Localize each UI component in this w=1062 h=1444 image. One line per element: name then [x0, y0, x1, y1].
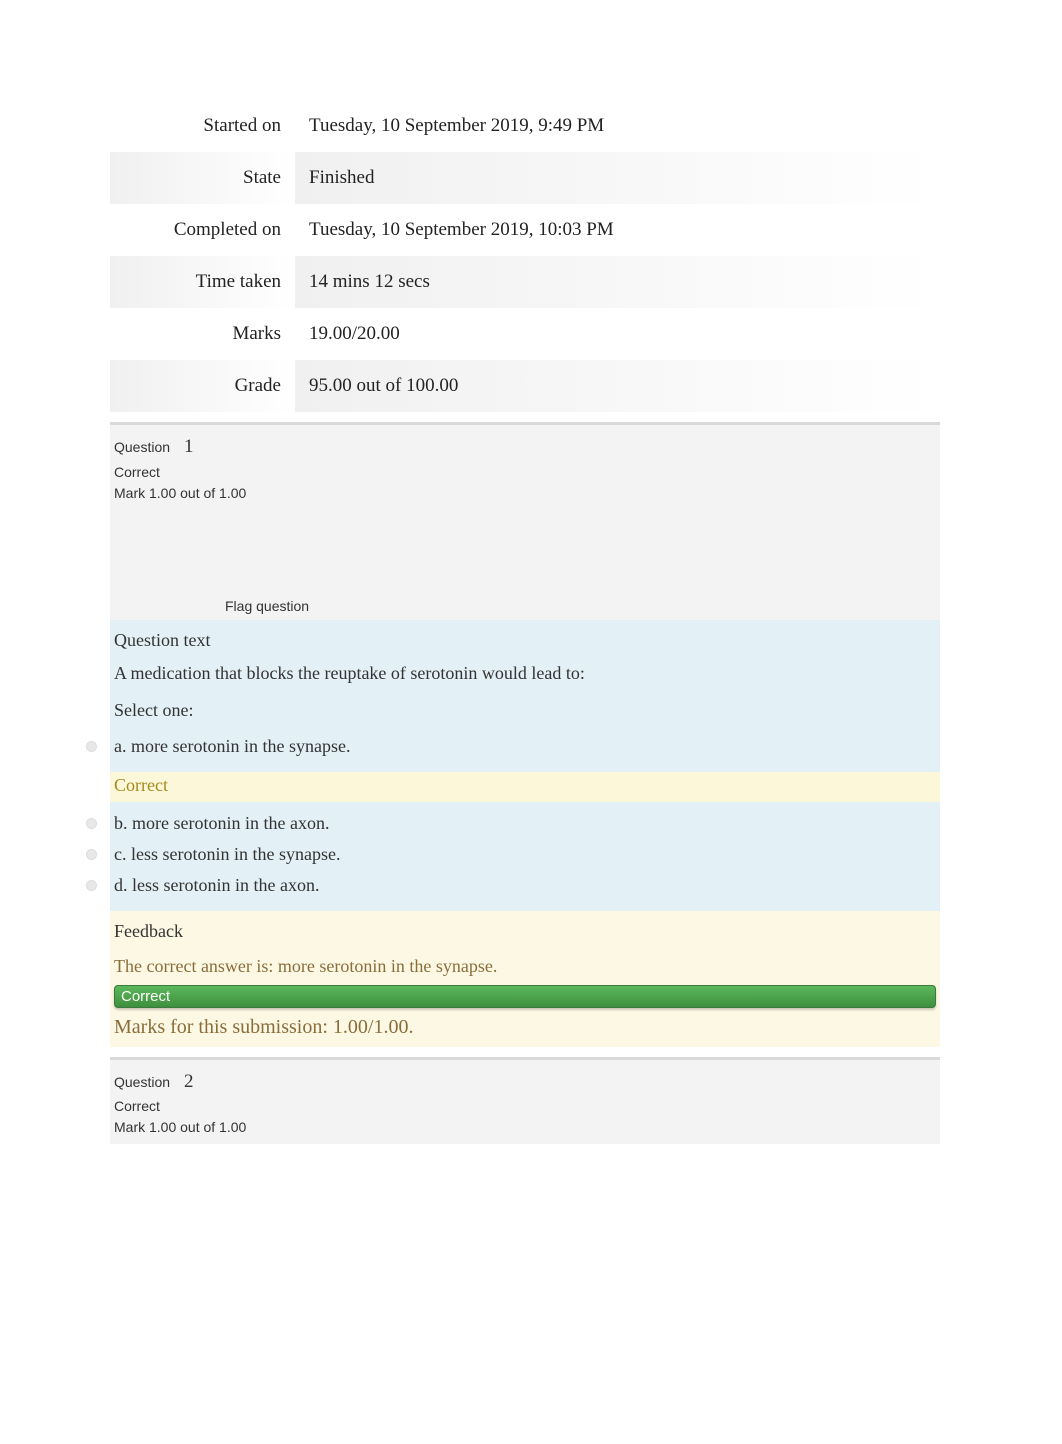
radio-icon[interactable] [86, 880, 97, 891]
radio-icon[interactable] [86, 741, 97, 752]
radio-icon[interactable] [86, 818, 97, 829]
question-block-1: Question 1 Correct Mark 1.00 out of 1.00… [110, 422, 940, 1047]
radio-icon[interactable] [86, 849, 97, 860]
summary-row: Time taken 14 mins 12 secs [110, 256, 940, 308]
summary-row: Completed on Tuesday, 10 September 2019,… [110, 204, 940, 256]
option-text: more serotonin in the axon. [132, 813, 329, 833]
feedback-title: Feedback [114, 921, 936, 942]
option-letter: d. [114, 875, 128, 895]
correct-bar: Correct [114, 985, 936, 1008]
option-letter: c. [114, 844, 127, 864]
summary-label: Completed on [110, 204, 295, 256]
option-text: less serotonin in the axon. [132, 875, 319, 895]
feedback-section: Feedback The correct answer is: more ser… [110, 911, 940, 1012]
question-mark: Mark 1.00 out of 1.00 [114, 1117, 936, 1138]
summary-label: Time taken [110, 256, 295, 308]
question-status: Correct [114, 462, 936, 483]
question-label: Question [114, 1074, 170, 1090]
question-block-2: Question 2 Correct Mark 1.00 out of 1.00 [110, 1057, 940, 1145]
option-d[interactable]: d. less serotonin in the axon. [89, 870, 936, 901]
question-label: Question [114, 439, 170, 455]
flag-row: Flag question [110, 510, 940, 620]
question-number: 2 [184, 1071, 194, 1092]
summary-label: State [110, 152, 295, 204]
quiz-summary-table: Started on Tuesday, 10 September 2019, 9… [110, 100, 940, 412]
summary-label: Started on [110, 100, 295, 152]
option-correct-tag: Correct [110, 772, 940, 802]
option-a[interactable]: a. more serotonin in the synapse. [89, 731, 936, 762]
summary-row: State Finished [110, 152, 940, 204]
question-text-title: Question text [114, 630, 936, 651]
summary-label: Marks [110, 308, 295, 360]
option-text: more serotonin in the synapse. [131, 736, 350, 756]
option-c[interactable]: c. less serotonin in the synapse. [89, 839, 936, 870]
summary-value: 19.00/20.00 [295, 308, 940, 360]
summary-value: Finished [295, 152, 940, 204]
question-number: 1 [184, 436, 194, 457]
option-b[interactable]: b. more serotonin in the axon. [89, 808, 936, 839]
question-status: Correct [114, 1096, 936, 1117]
question-text-section: Question text A medication that blocks t… [110, 620, 940, 772]
question-header: Question 1 Correct Mark 1.00 out of 1.00 [110, 422, 940, 510]
marks-submission: Marks for this submission: 1.00/1.00. [110, 1012, 940, 1047]
option-text: less serotonin in the synapse. [131, 844, 340, 864]
summary-label: Grade [110, 360, 295, 412]
summary-row: Grade 95.00 out of 100.00 [110, 360, 940, 412]
question-number-line: Question 2 [114, 1068, 936, 1097]
option-letter: a. [114, 736, 127, 756]
question-header: Question 2 Correct Mark 1.00 out of 1.00 [110, 1057, 940, 1145]
summary-value: 95.00 out of 100.00 [295, 360, 940, 412]
summary-value: 14 mins 12 secs [295, 256, 940, 308]
question-mark: Mark 1.00 out of 1.00 [114, 483, 936, 504]
options-rest: b. more serotonin in the axon. c. less s… [110, 802, 940, 911]
question-number-line: Question 1 [114, 433, 936, 462]
option-letter: b. [114, 813, 128, 833]
flag-question-link[interactable]: Flag question [225, 598, 309, 614]
summary-value: Tuesday, 10 September 2019, 10:03 PM [295, 204, 940, 256]
feedback-text: The correct answer is: more serotonin in… [114, 956, 936, 977]
summary-row: Started on Tuesday, 10 September 2019, 9… [110, 100, 940, 152]
summary-value: Tuesday, 10 September 2019, 9:49 PM [295, 100, 940, 152]
flag-area [110, 510, 220, 620]
summary-row: Marks 19.00/20.00 [110, 308, 940, 360]
select-one-label: Select one: [114, 700, 936, 721]
question-prompt: A medication that blocks the reuptake of… [114, 663, 936, 684]
